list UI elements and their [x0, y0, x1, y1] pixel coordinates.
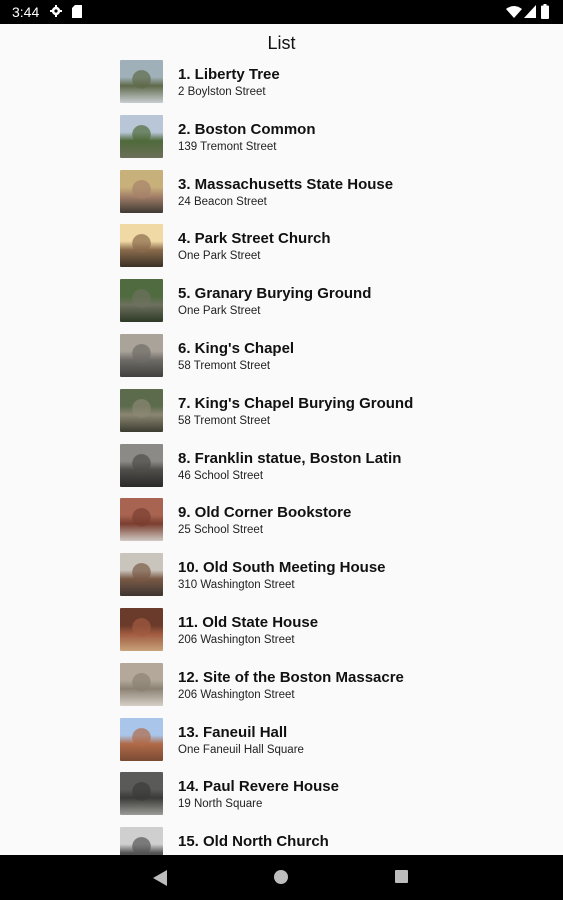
landmark-thumbnail: [120, 169, 163, 213]
list-item-address: 58 Tremont Street: [178, 414, 271, 427]
list-item-address: 24 Beacon Street: [178, 195, 267, 208]
list-item-address: 206 Washington Street: [178, 634, 295, 646]
status-bar: 3:44: [0, 0, 563, 24]
list-item[interactable]: 2. Boston Common 139 Tremont Street: [120, 114, 460, 161]
list-item[interactable]: 1. Liberty Tree 2 Boylston Street: [120, 60, 460, 106]
landmark-thumbnail: [120, 608, 163, 651]
landmark-thumbnail: [120, 334, 163, 377]
list-item-title: 1. Liberty Tree: [178, 66, 280, 83]
list-item-title: 12. Site of the Boston Massacre: [178, 668, 404, 686]
landmark-thumbnail: [120, 60, 163, 103]
list-item-address: 206 Washington Street: [178, 688, 295, 701]
list-item-address: 46 School Street: [178, 469, 264, 482]
list-item[interactable]: 3. Massachusetts State House 24 Beacon St…: [120, 169, 460, 216]
back-icon[interactable]: [152, 869, 168, 887]
list-item[interactable]: 10. Old South Meeting House 310 Washingto…: [120, 553, 460, 599]
landmark-thumbnail: [120, 388, 163, 432]
list-item[interactable]: 9. Old Corner Bookstore 25 School Street: [120, 498, 460, 544]
list-item[interactable]: 12. Site of the Boston Massacre 206 Washi…: [120, 662, 460, 709]
list-item[interactable]: 6. King's Chapel 58 Tremont Street: [120, 334, 460, 380]
landmark-thumbnail: [120, 224, 163, 268]
list-item[interactable]: 14. Paul Revere House 19 North Square: [120, 772, 460, 818]
landmark-thumbnail: [120, 772, 163, 816]
list-item[interactable]: 15. Old North Church: [120, 827, 460, 855]
list-item[interactable]: 8. Franklin statue, Boston Latin 46 Schoo…: [120, 443, 460, 490]
status-time: 3:44: [12, 4, 40, 20]
list-item[interactable]: 4. Park Street Church One Park Street: [120, 224, 460, 270]
list-item-address: 58 Tremont Street: [178, 360, 271, 372]
list-item-address: 310 Washington Street: [178, 579, 295, 592]
list-item-address: One Park Street: [178, 250, 261, 263]
list-item-title: 6. King's Chapel: [178, 340, 295, 357]
landmark-thumbnail: [120, 279, 163, 323]
navigation-bar: [0, 855, 563, 900]
landmark-list[interactable]: 1. Liberty Tree 2 Boylston Street 2. Bosto…: [0, 58, 563, 855]
landmark-thumbnail: [120, 662, 163, 706]
wifi-icon: [506, 6, 522, 18]
list-item-title: 7. King's Chapel Burying Ground: [178, 394, 414, 412]
list-item[interactable]: 11. Old State House 206 Washington Street: [120, 608, 460, 654]
list-item-address: 2 Boylston Street: [178, 86, 266, 98]
landmark-thumbnail: [120, 553, 163, 597]
page-title: List: [267, 33, 296, 53]
landmark-thumbnail: [120, 827, 163, 855]
list-item-title: 10. Old South Meeting House: [178, 559, 386, 577]
recent-apps-icon[interactable]: [395, 870, 408, 883]
list-item-address: 25 School Street: [178, 524, 264, 537]
list-item-title: 9. Old Corner Bookstore: [178, 504, 352, 522]
battery-icon: [541, 4, 549, 19]
list-item-address: One Faneuil Hall Square: [178, 743, 304, 756]
cell-signal-icon: [524, 5, 536, 18]
home-icon[interactable]: [274, 870, 288, 884]
landmark-thumbnail: [120, 443, 163, 487]
list-item-title: 14. Paul Revere House: [178, 778, 339, 796]
list-item-address: 139 Tremont Street: [178, 140, 277, 153]
list-item-title: 4. Park Street Church: [178, 230, 331, 248]
settings-gear-icon: [50, 5, 62, 17]
landmark-thumbnail: [120, 498, 163, 542]
landmark-thumbnail: [120, 717, 163, 761]
list-item[interactable]: 13. Faneuil Hall One Faneuil Hall Square: [120, 717, 460, 764]
list-item-address: 19 North Square: [178, 798, 263, 811]
sd-card-icon: [72, 5, 82, 18]
list-item-title: 11. Old State House: [178, 614, 319, 631]
list-item-title: 5. Granary Burying Ground: [178, 285, 372, 303]
list-item[interactable]: 7. King's Chapel Burying Ground 58 Tremon…: [120, 388, 460, 435]
list-item-title: 13. Faneuil Hall: [178, 723, 288, 741]
list-item-title: 8. Franklin statue, Boston Latin: [178, 449, 402, 467]
list-item-title: 15. Old North Church: [178, 833, 329, 851]
list-item-title: 2. Boston Common: [178, 120, 316, 138]
landmark-thumbnail: [120, 114, 163, 158]
list-item-title: 3. Massachusetts State House: [178, 175, 394, 193]
list-item-address: One Park Street: [178, 305, 261, 318]
list-item[interactable]: 5. Granary Burying Ground One Park Street: [120, 279, 460, 325]
